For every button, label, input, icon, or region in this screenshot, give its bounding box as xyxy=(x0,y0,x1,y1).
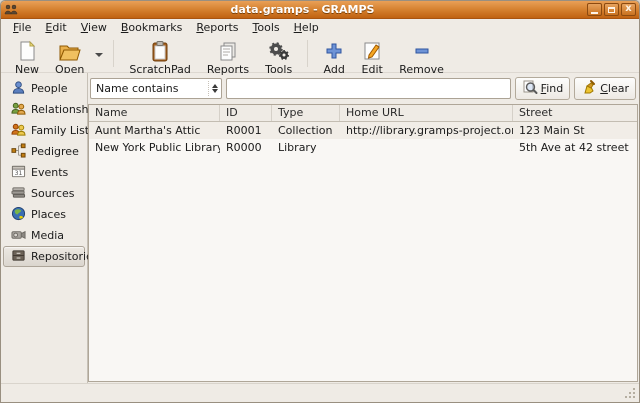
filter-field-value: Name contains xyxy=(96,82,208,95)
menu-reports[interactable]: Reports xyxy=(189,20,245,35)
menu-view[interactable]: View xyxy=(74,20,114,35)
cell-name: New York Public Library xyxy=(89,141,220,154)
tools-gears-icon xyxy=(268,40,290,62)
open-button[interactable]: Open xyxy=(47,37,92,72)
table-header: Name ID Type Home URL Street xyxy=(89,105,637,122)
cell-id: R0000 xyxy=(220,141,272,154)
sidebar-item-repositories[interactable]: Repositories xyxy=(3,246,85,267)
cell-id: R0001 xyxy=(220,124,272,137)
clear-button[interactable]: Clear xyxy=(574,77,636,100)
find-button-label: Find xyxy=(541,82,564,95)
new-button[interactable]: New xyxy=(7,37,47,72)
menu-file[interactable]: File xyxy=(6,20,38,35)
menubar: File Edit View Bookmarks Reports Tools H… xyxy=(1,19,639,36)
minimize-icon xyxy=(591,12,598,14)
edit-button[interactable]: Edit xyxy=(353,37,391,72)
tools-button[interactable]: Tools xyxy=(257,37,300,72)
sidebar-item-pedigree[interactable]: Pedigree xyxy=(3,141,85,162)
cell-street: 5th Ave at 42 street xyxy=(513,141,637,154)
remove-minus-icon xyxy=(411,40,433,62)
column-header-name[interactable]: Name xyxy=(89,105,220,121)
calendar-icon: 31 xyxy=(11,164,26,182)
cell-type: Library xyxy=(272,141,340,154)
family-icon xyxy=(11,122,26,140)
cell-home-url: http://library.gramps-project.org xyxy=(340,124,513,137)
table-row[interactable]: New York Public Library R0000 Library 5t… xyxy=(89,139,637,156)
titlebar: data.gramps - GRAMPS x xyxy=(1,1,639,19)
resize-grip[interactable] xyxy=(624,387,637,400)
filter-field-select[interactable]: Name contains xyxy=(90,78,222,99)
menu-edit[interactable]: Edit xyxy=(38,20,73,35)
maximize-button[interactable] xyxy=(604,3,619,16)
cell-street: 123 Main St xyxy=(513,124,637,137)
window-menu-icon[interactable] xyxy=(4,3,18,16)
find-button[interactable]: Find xyxy=(515,77,571,100)
sidebar-item-media[interactable]: Media xyxy=(3,225,85,246)
window-title: data.gramps - GRAMPS xyxy=(18,3,587,16)
combo-spinner-icon xyxy=(208,81,218,96)
sidebar-item-family-list[interactable]: Family List xyxy=(3,120,85,141)
sidebar-item-label: Places xyxy=(31,208,66,221)
category-sidebar: People Relationships Family List Pedigre… xyxy=(1,73,88,383)
cell-name: Aunt Martha's Attic xyxy=(89,124,220,137)
add-plus-icon xyxy=(323,40,345,62)
open-folder-icon xyxy=(58,40,82,62)
close-button[interactable]: x xyxy=(621,3,636,16)
open-dropdown-button[interactable] xyxy=(92,37,106,72)
close-icon: x xyxy=(625,4,631,14)
status-bar xyxy=(1,383,639,402)
reports-document-icon xyxy=(217,40,239,62)
menu-tools[interactable]: Tools xyxy=(246,20,287,35)
toolbar: New Open ScratchPad Reports xyxy=(1,36,639,73)
repositories-table: Name ID Type Home URL Street Aunt Martha… xyxy=(88,104,638,382)
toolbar-separator xyxy=(307,40,308,67)
clear-button-label: Clear xyxy=(600,82,629,95)
filter-bar: Name contains Find Clear xyxy=(88,73,639,104)
toolbar-separator xyxy=(113,40,114,67)
books-icon xyxy=(11,185,26,203)
pedigree-tree-icon xyxy=(11,143,26,161)
reports-button[interactable]: Reports xyxy=(199,37,257,72)
column-header-id[interactable]: ID xyxy=(220,105,272,121)
sidebar-item-relationships[interactable]: Relationships xyxy=(3,99,85,120)
sidebar-item-events[interactable]: 31 Events xyxy=(3,162,85,183)
svg-text:31: 31 xyxy=(15,169,23,176)
clear-broom-icon xyxy=(581,79,597,98)
chevron-down-icon xyxy=(95,53,103,57)
edit-pencil-icon xyxy=(361,40,383,62)
sidebar-item-places[interactable]: Places xyxy=(3,204,85,225)
remove-button[interactable]: Remove xyxy=(391,37,452,72)
cell-type: Collection xyxy=(272,124,340,137)
gramps-window: data.gramps - GRAMPS x File Edit View Bo… xyxy=(0,0,640,403)
column-header-type[interactable]: Type xyxy=(272,105,340,121)
repository-cabinet-icon xyxy=(11,248,26,266)
new-document-icon xyxy=(16,40,38,62)
sidebar-item-people[interactable]: People xyxy=(3,78,85,99)
menu-help[interactable]: Help xyxy=(287,20,326,35)
column-header-home-url[interactable]: Home URL xyxy=(340,105,513,121)
sidebar-item-label: Media xyxy=(31,229,64,242)
sidebar-item-label: Events xyxy=(31,166,68,179)
content-area: People Relationships Family List Pedigre… xyxy=(1,73,639,383)
find-magnifier-icon xyxy=(522,79,538,98)
sidebar-item-label: Family List xyxy=(31,124,89,137)
sidebar-item-label: Sources xyxy=(31,187,75,200)
sidebar-item-sources[interactable]: Sources xyxy=(3,183,85,204)
person-icon xyxy=(11,80,26,98)
column-header-street[interactable]: Street xyxy=(513,105,637,121)
scratchpad-button[interactable]: ScratchPad xyxy=(121,37,199,72)
table-row[interactable]: Aunt Martha's Attic R0001 Collection htt… xyxy=(89,122,637,139)
repositories-view: Name contains Find Clear Nam xyxy=(88,73,639,383)
globe-icon xyxy=(11,206,26,224)
filter-search-input[interactable] xyxy=(226,78,511,99)
sidebar-item-label: People xyxy=(31,82,68,95)
add-button[interactable]: Add xyxy=(315,37,353,72)
maximize-icon xyxy=(608,7,615,13)
scratchpad-clipboard-icon xyxy=(149,40,171,62)
minimize-button[interactable] xyxy=(587,3,602,16)
menu-bookmarks[interactable]: Bookmarks xyxy=(114,20,189,35)
sidebar-item-label: Pedigree xyxy=(31,145,79,158)
media-camera-icon xyxy=(11,227,26,245)
relationships-icon xyxy=(11,101,26,119)
